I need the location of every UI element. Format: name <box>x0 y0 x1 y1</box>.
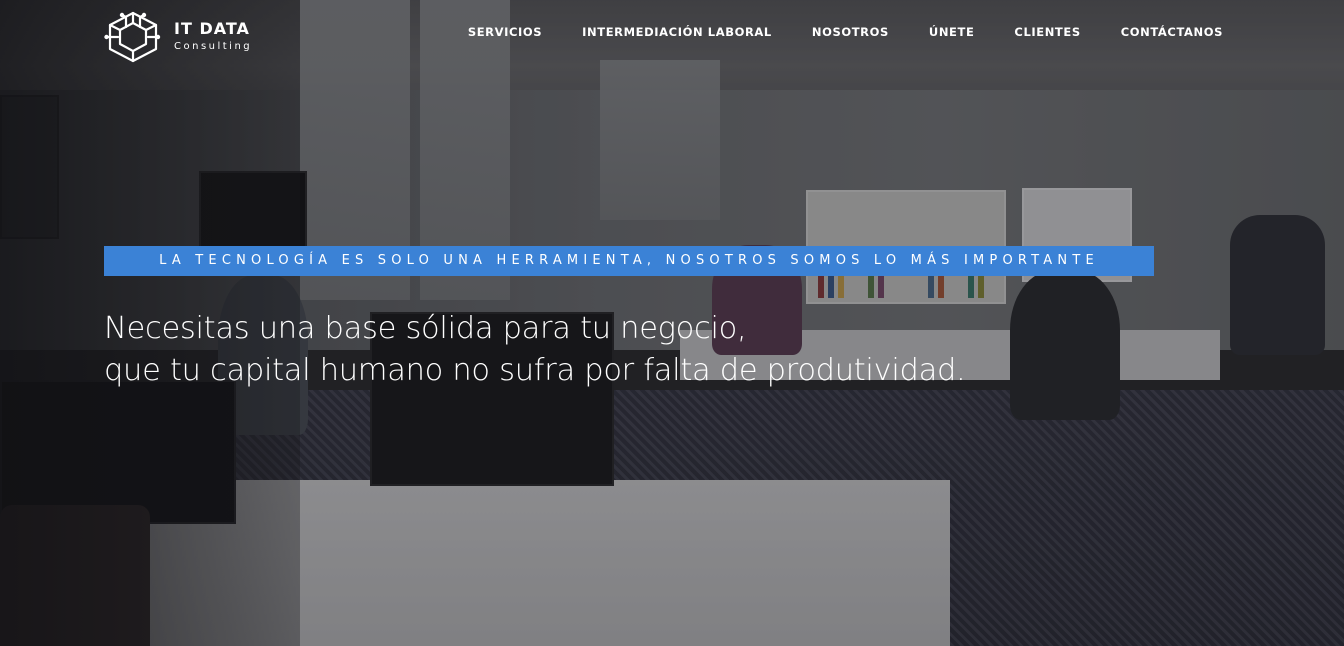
site-header: IT DATA Consulting SERVICIOS INTERMEDIAC… <box>0 0 1344 66</box>
hero-section: IT DATA Consulting SERVICIOS INTERMEDIAC… <box>0 0 1344 646</box>
nav-item-intermediacion-laboral[interactable]: INTERMEDIACIÓN LABORAL <box>562 25 792 39</box>
hero-headline-line-1: Necesitas una base sólida para tu negoci… <box>104 311 747 346</box>
main-nav: SERVICIOS INTERMEDIACIÓN LABORAL NOSOTRO… <box>448 0 1344 64</box>
brand-logo-link[interactable]: IT DATA Consulting <box>104 8 274 64</box>
hero-headline-line-2: que tu capital humano no sufra por falta… <box>104 353 966 388</box>
nav-item-contactanos[interactable]: CONTÁCTANOS <box>1101 25 1344 39</box>
hero-headline: Necesitas una base sólida para tu negoci… <box>104 308 1104 392</box>
nav-item-nosotros[interactable]: NOSOTROS <box>792 25 909 39</box>
hero-tagline-banner: LA TECNOLOGÍA ES SOLO UNA HERRAMIENTA, N… <box>104 246 1154 276</box>
nav-item-unete[interactable]: ÚNETE <box>909 25 995 39</box>
nav-item-clientes[interactable]: CLIENTES <box>994 25 1100 39</box>
circuit-chip-icon <box>104 11 161 63</box>
nav-item-servicios[interactable]: SERVICIOS <box>448 25 562 39</box>
brand-subtitle: Consulting <box>174 40 253 52</box>
brand-text: IT DATA Consulting <box>174 18 253 52</box>
brand-title: IT DATA <box>174 18 250 38</box>
